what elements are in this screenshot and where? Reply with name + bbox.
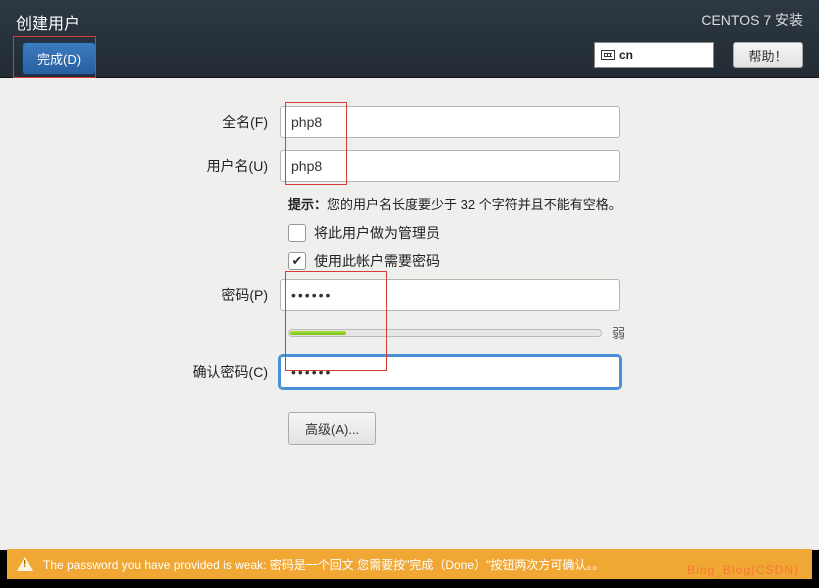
password-strength-bar (288, 329, 602, 337)
confirm-password-label: 确认密码(C) (0, 362, 280, 382)
brand-label: CENTOS 7 安装 (701, 10, 803, 30)
confirm-password-input[interactable] (280, 356, 620, 388)
locale-code: cn (619, 48, 633, 62)
page-title: 创建用户 (16, 10, 80, 34)
username-input[interactable] (280, 150, 620, 182)
warning-icon (17, 557, 33, 571)
username-label: 用户名(U) (0, 156, 280, 176)
require-password-checkbox[interactable] (288, 252, 306, 270)
admin-checkbox[interactable] (288, 224, 306, 242)
installer-header: 创建用户 完成(D) CENTOS 7 安装 cn 帮助！ (0, 0, 819, 78)
warning-text: The password you have provided is weak: … (43, 556, 604, 573)
password-strength-label: 弱 (612, 323, 625, 342)
username-hint: 提示：您的用户名长度要少于 32 个字符并且不能有空格。 (288, 194, 819, 213)
hint-prefix: 提示： (288, 197, 327, 212)
fullname-input[interactable] (280, 106, 620, 138)
watermark: Bing_Blog(CSDN) (687, 563, 799, 577)
keyboard-icon (601, 50, 615, 60)
hint-text: 您的用户名长度要少于 32 个字符并且不能有空格。 (327, 197, 622, 212)
require-password-row[interactable]: 使用此帐户需要密码 (288, 251, 819, 271)
form-area: 全名(F) 用户名(U) 提示：您的用户名长度要少于 32 个字符并且不能有空格… (0, 78, 819, 550)
require-password-label: 使用此帐户需要密码 (314, 251, 440, 271)
password-label: 密码(P) (0, 285, 280, 305)
help-button[interactable]: 帮助！ (733, 42, 803, 68)
done-button[interactable]: 完成(D) (22, 42, 96, 75)
password-strength-fill (290, 331, 346, 335)
keyboard-layout-selector[interactable]: cn (594, 42, 714, 68)
fullname-label: 全名(F) (0, 112, 280, 132)
admin-checkbox-row[interactable]: 将此用户做为管理员 (288, 223, 819, 243)
password-input[interactable] (280, 279, 620, 311)
admin-checkbox-label: 将此用户做为管理员 (314, 223, 440, 243)
advanced-button[interactable]: 高级(A)... (288, 412, 376, 445)
